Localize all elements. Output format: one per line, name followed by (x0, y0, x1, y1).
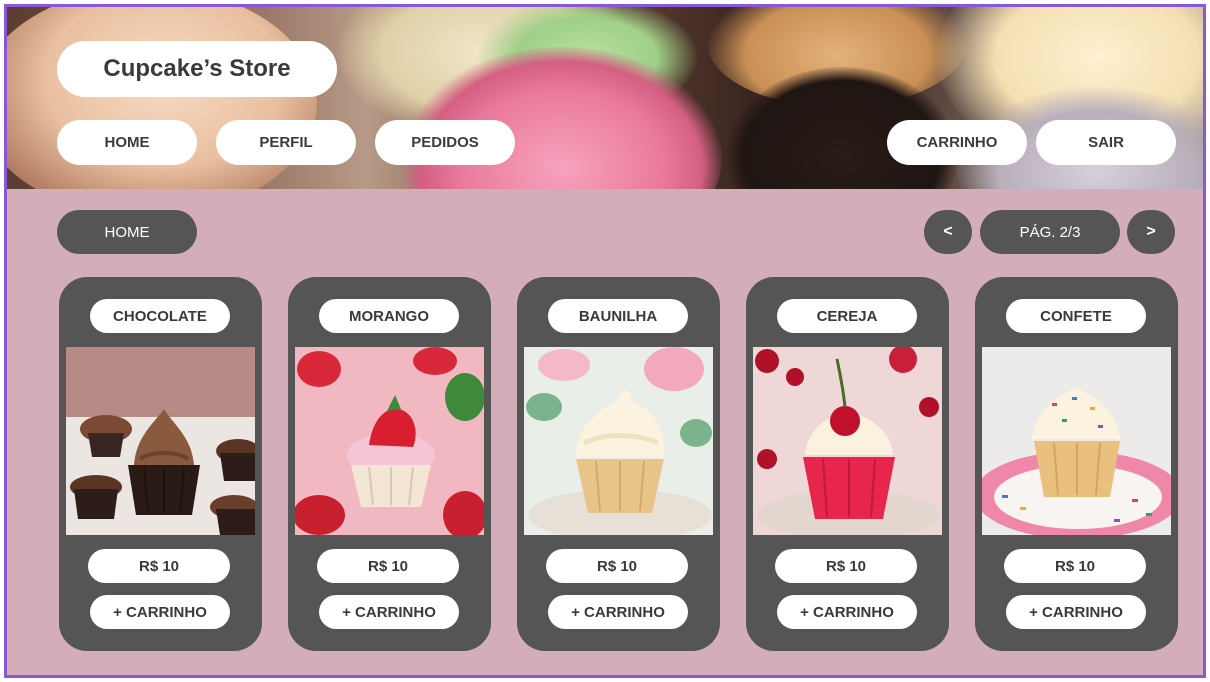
product-card-confete: CONFETE R$ 10 + CARRINHO (975, 277, 1178, 651)
product-card-cereja: CEREJA R$ 10 + CARRINHO (746, 277, 949, 651)
product-price: R$ 10 (88, 549, 230, 583)
product-image-baunilha (524, 347, 713, 535)
product-image-confete (982, 347, 1171, 535)
product-price: R$ 10 (1004, 549, 1146, 583)
add-to-cart-button[interactable]: + CARRINHO (548, 595, 688, 629)
nav-cart-button[interactable]: CARRINHO (887, 120, 1027, 165)
product-image-morango (295, 347, 484, 535)
hero-banner: Cupcake’s Store HOME PERFIL PEDIDOS CARR… (7, 7, 1203, 189)
product-name: CHOCOLATE (90, 299, 230, 333)
next-page-button[interactable]: > (1127, 210, 1175, 254)
product-price: R$ 10 (317, 549, 459, 583)
product-name: CEREJA (777, 299, 917, 333)
add-to-cart-button[interactable]: + CARRINHO (90, 595, 230, 629)
store-logo[interactable]: Cupcake’s Store (57, 41, 337, 97)
product-name: MORANGO (319, 299, 459, 333)
nav-logout-button[interactable]: SAIR (1036, 120, 1176, 165)
product-card-morango: MORANGO R$ 10 + CARRINHO (288, 277, 491, 651)
product-image-cereja (753, 347, 942, 535)
nav-home-button[interactable]: HOME (57, 120, 197, 165)
product-name: CONFETE (1006, 299, 1146, 333)
product-card-chocolate: CHOCOLATE R$ 10 + CARRINHO (59, 277, 262, 651)
nav-profile-button[interactable]: PERFIL (216, 120, 356, 165)
prev-page-button[interactable]: < (924, 210, 972, 254)
app-frame: Cupcake’s Store HOME PERFIL PEDIDOS CARR… (4, 4, 1206, 678)
breadcrumb: HOME (57, 210, 197, 254)
product-image-chocolate (66, 347, 255, 535)
page-indicator: PÁG. 2/3 (980, 210, 1120, 254)
product-price: R$ 10 (775, 549, 917, 583)
product-card-baunilha: BAUNILHA R$ 10 + CARRINHO (517, 277, 720, 651)
add-to-cart-button[interactable]: + CARRINHO (319, 595, 459, 629)
product-name: BAUNILHA (548, 299, 688, 333)
nav-orders-button[interactable]: PEDIDOS (375, 120, 515, 165)
add-to-cart-button[interactable]: + CARRINHO (777, 595, 917, 629)
add-to-cart-button[interactable]: + CARRINHO (1006, 595, 1146, 629)
product-price: R$ 10 (546, 549, 688, 583)
